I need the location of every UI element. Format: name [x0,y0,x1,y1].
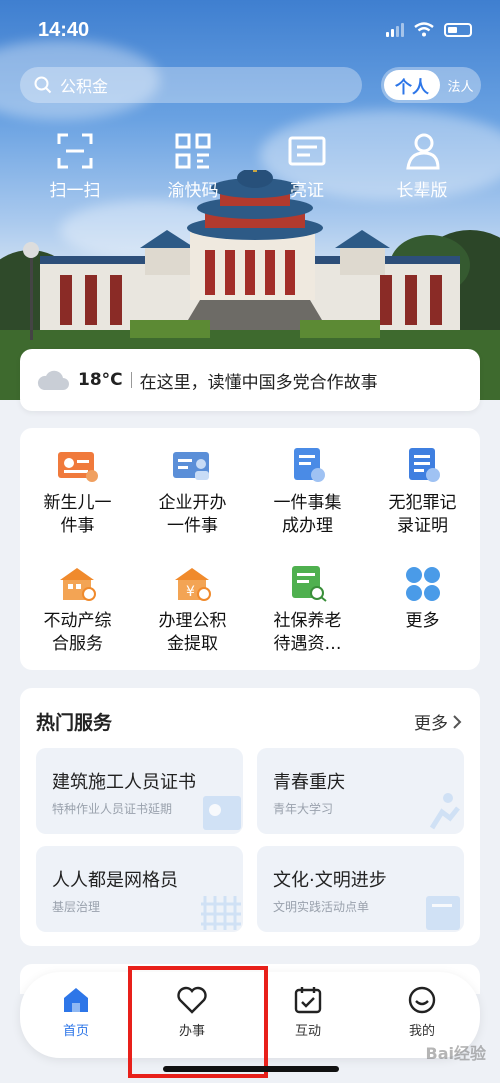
status-bar: 14:40 [0,0,500,60]
wifi-icon [414,22,434,37]
tab-home[interactable]: 首页 [36,986,116,1039]
chevron-right-icon [453,714,462,729]
quick-action-yukuai-code[interactable]: 渝快码 [148,132,238,201]
home-indicator [163,1066,339,1072]
highlight-box [128,966,268,1078]
hot-services-section: 热门服务 更多 建筑施工人员证书 特种作业人员证书延期 青春重庆 青年大学习 人… [20,688,480,946]
service-newborn[interactable]: 新生儿一 件事 [20,448,135,538]
weather-divider [130,372,132,388]
grid-icon [201,896,241,930]
book-icon [426,896,460,930]
hot-card-construction-cert[interactable]: 建筑施工人员证书 特种作业人员证书延期 [36,748,243,834]
quick-action-show-id[interactable]: 亮证 [262,132,352,201]
hot-services-more-link[interactable]: 更多 [414,709,462,734]
hot-card-grid-member[interactable]: 人人都是网格员 基层治理 [36,846,243,932]
home-icon [64,988,88,1012]
toggle-legal[interactable]: 法人 [440,76,481,95]
service-integrated[interactable]: 一件事集 成办理 [250,448,365,538]
signal-icon [386,22,404,37]
service-social-security[interactable]: 社保养老 待遇资… [250,566,365,656]
quick-action-scan[interactable]: 扫一扫 [30,132,120,201]
service-more[interactable]: 更多 [365,566,480,633]
toggle-personal[interactable]: 个人 [384,70,440,100]
newborn-card-icon [57,448,98,484]
quick-action-elder-mode[interactable]: 长辈版 [377,132,467,201]
search-input[interactable]: 公积金 [20,67,362,103]
search-icon [34,76,52,94]
tab-interaction[interactable]: 互动 [268,986,348,1039]
cloud-icon [37,370,69,390]
service-real-estate[interactable]: 不动产综 合服务 [20,566,135,656]
service-grid: 新生儿一 件事 企业开办 一件事 一件事集 成办理 无犯罪记 录证明 不动产综 … [20,428,480,670]
svg-text:¥: ¥ [186,584,195,600]
tab-profile[interactable]: 我的 [382,986,462,1039]
search-placeholder: 公积金 [60,77,109,96]
id-card-icon [288,136,326,166]
calendar-check-icon [294,987,322,1014]
hot-services-title: 热门服务 [36,712,113,734]
real-estate-icon [58,566,98,602]
certificate-icon [403,448,443,484]
weather-banner[interactable]: 18°C 在这里，读懂中国多党合作故事 [20,349,480,411]
service-no-criminal-record[interactable]: 无犯罪记 录证明 [365,448,480,538]
certificate-card-icon [203,796,241,830]
hot-card-civilization[interactable]: 文化·文明进步 文明实践活动点单 [257,846,464,932]
watermark: Bai经验 [425,1044,486,1063]
service-enterprise[interactable]: 企业开办 一件事 [135,448,250,538]
more-grid-icon [403,566,443,602]
qr-code-icon [175,133,211,169]
weather-message: 在这里，读懂中国多党合作故事 [139,372,378,393]
running-person-icon [429,793,460,830]
weather-temperature: 18°C [78,370,123,390]
status-time: 14:40 [38,19,90,41]
hot-card-youth-chongqing[interactable]: 青春重庆 青年大学习 [257,748,464,834]
battery-icon [444,22,472,37]
elder-person-icon [406,133,440,170]
enterprise-card-icon [172,448,213,484]
integrated-doc-icon [288,448,328,484]
service-housing-fund[interactable]: ¥ 办理公积 金提取 [135,566,250,656]
smiley-icon [408,986,436,1014]
fund-house-icon: ¥ [173,566,213,602]
scan-icon [57,133,93,169]
account-type-toggle[interactable]: 个人 法人 [381,67,481,103]
social-security-icon [288,566,328,602]
